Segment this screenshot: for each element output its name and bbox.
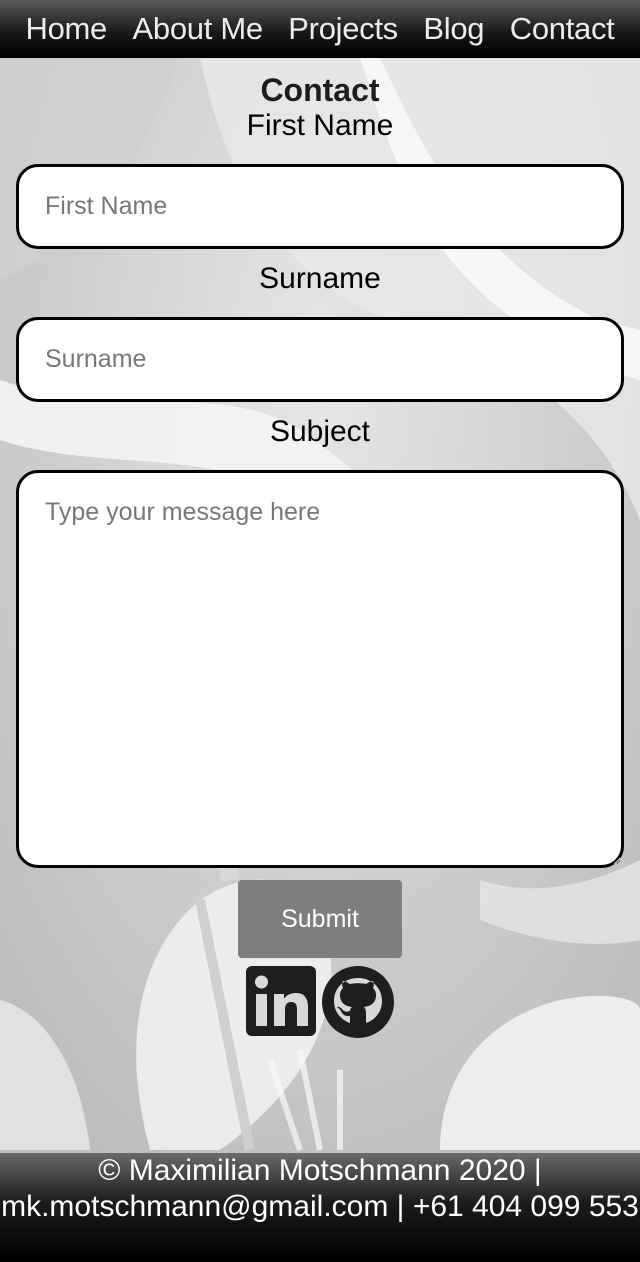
footer-phone: +61 404 099 553 (412, 1190, 639, 1223)
footer-line: © Maximilian Motschmann 2020 | mk.motsch… (0, 1153, 640, 1225)
surname-label: Surname (259, 262, 381, 295)
social-links (0, 964, 640, 1040)
nav-item-contact[interactable]: Contact (510, 11, 615, 47)
nav-item-home[interactable]: Home (26, 11, 108, 47)
footer-copyright: © Maximilian Motschmann 2020 (98, 1154, 526, 1187)
linkedin-icon (246, 966, 316, 1036)
nav-item-projects[interactable]: Projects (288, 11, 398, 47)
footer-separator: | (396, 1190, 405, 1223)
footer: © Maximilian Motschmann 2020 | mk.motsch… (0, 1153, 640, 1262)
footer-separator: | (533, 1154, 542, 1187)
contact-section: Contact First Name Surname Subject Submi… (0, 58, 640, 1040)
subject-label: Subject (269, 415, 371, 448)
top-nav: Home About Me Projects Blog Contact (0, 0, 640, 58)
first-name-input[interactable] (16, 164, 624, 249)
page-title: Contact (260, 72, 380, 108)
github-icon (322, 966, 394, 1038)
linkedin-link[interactable] (244, 964, 320, 1040)
nav-item-blog[interactable]: Blog (423, 11, 484, 47)
first-name-label: First Name (246, 109, 394, 142)
surname-input[interactable] (16, 317, 624, 402)
subject-textarea[interactable] (16, 470, 624, 868)
github-link[interactable] (320, 964, 396, 1040)
nav-item-about-me[interactable]: About Me (133, 11, 264, 47)
footer-email: mk.motschmann@gmail.com (1, 1190, 389, 1223)
submit-button[interactable]: Submit (238, 880, 402, 958)
